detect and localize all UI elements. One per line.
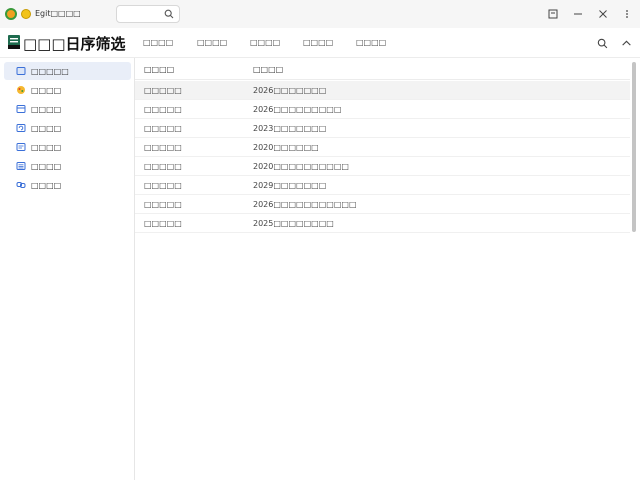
- sidebar-item-6[interactable]: □□□□: [4, 157, 131, 175]
- row-name: □□□□□: [144, 162, 182, 171]
- refresh-icon: [16, 124, 26, 132]
- sidebar-item-5[interactable]: □□□□: [4, 138, 131, 156]
- close-button[interactable]: [595, 6, 611, 22]
- window-icon: [16, 105, 26, 113]
- tab-3[interactable]: □□□□: [250, 38, 280, 47]
- sidebar-item-7[interactable]: □□□□: [4, 176, 131, 194]
- app-status-dot-icon: [21, 9, 31, 19]
- row-description: 2025□□□□□□□□: [253, 219, 334, 228]
- tab-5[interactable]: □□□□: [356, 38, 386, 47]
- list-header: □□□□ □□□□: [135, 58, 630, 80]
- row-description: 2026□□□□□□□□□: [253, 105, 342, 114]
- square-icon: [16, 67, 26, 75]
- palette-icon: [17, 86, 25, 94]
- sidebar-item-2[interactable]: □□□□: [4, 81, 131, 99]
- table-row[interactable]: □□□□□ 2023□□□□□□□: [135, 119, 630, 138]
- minimize-button[interactable]: [570, 6, 586, 22]
- minimize-icon: [574, 13, 582, 15]
- row-description: 2029□□□□□□□: [253, 181, 327, 190]
- column-header-name[interactable]: □□□□: [144, 65, 174, 74]
- app-window: Egit□□□□ □□□日序筛选 □□□□ □□□□ □□□□ □□□□ □□□…: [0, 0, 640, 480]
- restore-window-button[interactable]: [545, 6, 561, 22]
- sidebar-item-label: □□□□: [31, 123, 62, 133]
- app-title: Egit□□□□: [35, 9, 81, 18]
- sidebar-item-3[interactable]: □□□□: [4, 100, 131, 118]
- row-description: 2026□□□□□□□: [253, 86, 327, 95]
- table-row[interactable]: □□□□□ 2026□□□□□□□: [135, 81, 630, 100]
- tab-2[interactable]: □□□□: [197, 38, 227, 47]
- page-header: □□□日序筛选 □□□□ □□□□ □□□□ □□□□ □□□□: [0, 28, 640, 58]
- row-name: □□□□□: [144, 200, 182, 209]
- sidebar-item-label: □□□□: [31, 104, 62, 114]
- sidebar-item-label: □□□□□: [31, 66, 69, 76]
- app-logo-icon: [5, 8, 17, 20]
- row-name: □□□□□: [144, 181, 182, 190]
- close-icon: [599, 10, 607, 18]
- table-row[interactable]: □□□□□ 2026□□□□□□□□□: [135, 100, 630, 119]
- restore-icon: [548, 9, 558, 19]
- row-description: 2020□□□□□□□□□□: [253, 162, 349, 171]
- table-row[interactable]: □□□□□ 2020□□□□□□: [135, 138, 630, 157]
- tab-1[interactable]: □□□□: [143, 38, 173, 47]
- sidebar-item-label: □□□□: [31, 161, 62, 171]
- main-list: □□□□ □□□□ □□□□□ 2026□□□□□□□ □□□□□ 2026□□…: [135, 58, 640, 480]
- ellipsis-icon: [626, 10, 628, 18]
- row-name: □□□□□: [144, 219, 182, 228]
- page-title: □□□日序筛选: [23, 35, 126, 53]
- tab-4[interactable]: □□□□: [303, 38, 333, 47]
- search-icon[interactable]: [164, 9, 174, 19]
- row-name: □□□□□: [144, 124, 182, 133]
- table-row[interactable]: □□□□□ 2026□□□□□□□□□□□: [135, 195, 630, 214]
- row-name: □□□□□: [144, 86, 182, 95]
- link-icon: [16, 182, 26, 188]
- document-app-icon: [8, 35, 20, 49]
- row-name: □□□□□: [144, 105, 182, 114]
- table-row[interactable]: □□□□□ 2029□□□□□□□: [135, 176, 630, 195]
- document-icon: [16, 143, 26, 151]
- sidebar-item-label: □□□□: [31, 180, 62, 190]
- more-options-button[interactable]: [619, 6, 635, 22]
- chevron-up-icon: [621, 40, 631, 46]
- sidebar-item-label: □□□□: [31, 142, 62, 152]
- collapse-button[interactable]: [619, 36, 633, 50]
- table-row[interactable]: □□□□□ 2020□□□□□□□□□□: [135, 157, 630, 176]
- row-description: 2023□□□□□□□: [253, 124, 327, 133]
- header-search-button[interactable]: [595, 36, 609, 50]
- row-name: □□□□□: [144, 143, 182, 152]
- list-icon: [16, 162, 26, 170]
- row-description: 2020□□□□□□: [253, 143, 319, 152]
- table-row[interactable]: □□□□□ 2025□□□□□□□□: [135, 214, 630, 233]
- scrollbar-thumb[interactable]: [632, 62, 636, 232]
- row-description: 2026□□□□□□□□□□□: [253, 200, 357, 209]
- sidebar-item-4[interactable]: □□□□: [4, 119, 131, 137]
- sidebar-item-label: □□□□: [31, 85, 62, 95]
- title-bar: Egit□□□□: [0, 0, 640, 28]
- sidebar-item-1[interactable]: □□□□□: [4, 62, 131, 80]
- sidebar: □□□□□ □□□□ □□□□ □□□□ □□□□ □□□□ □□□□: [0, 58, 135, 480]
- column-header-description[interactable]: □□□□: [253, 65, 283, 74]
- search-icon: [597, 38, 607, 48]
